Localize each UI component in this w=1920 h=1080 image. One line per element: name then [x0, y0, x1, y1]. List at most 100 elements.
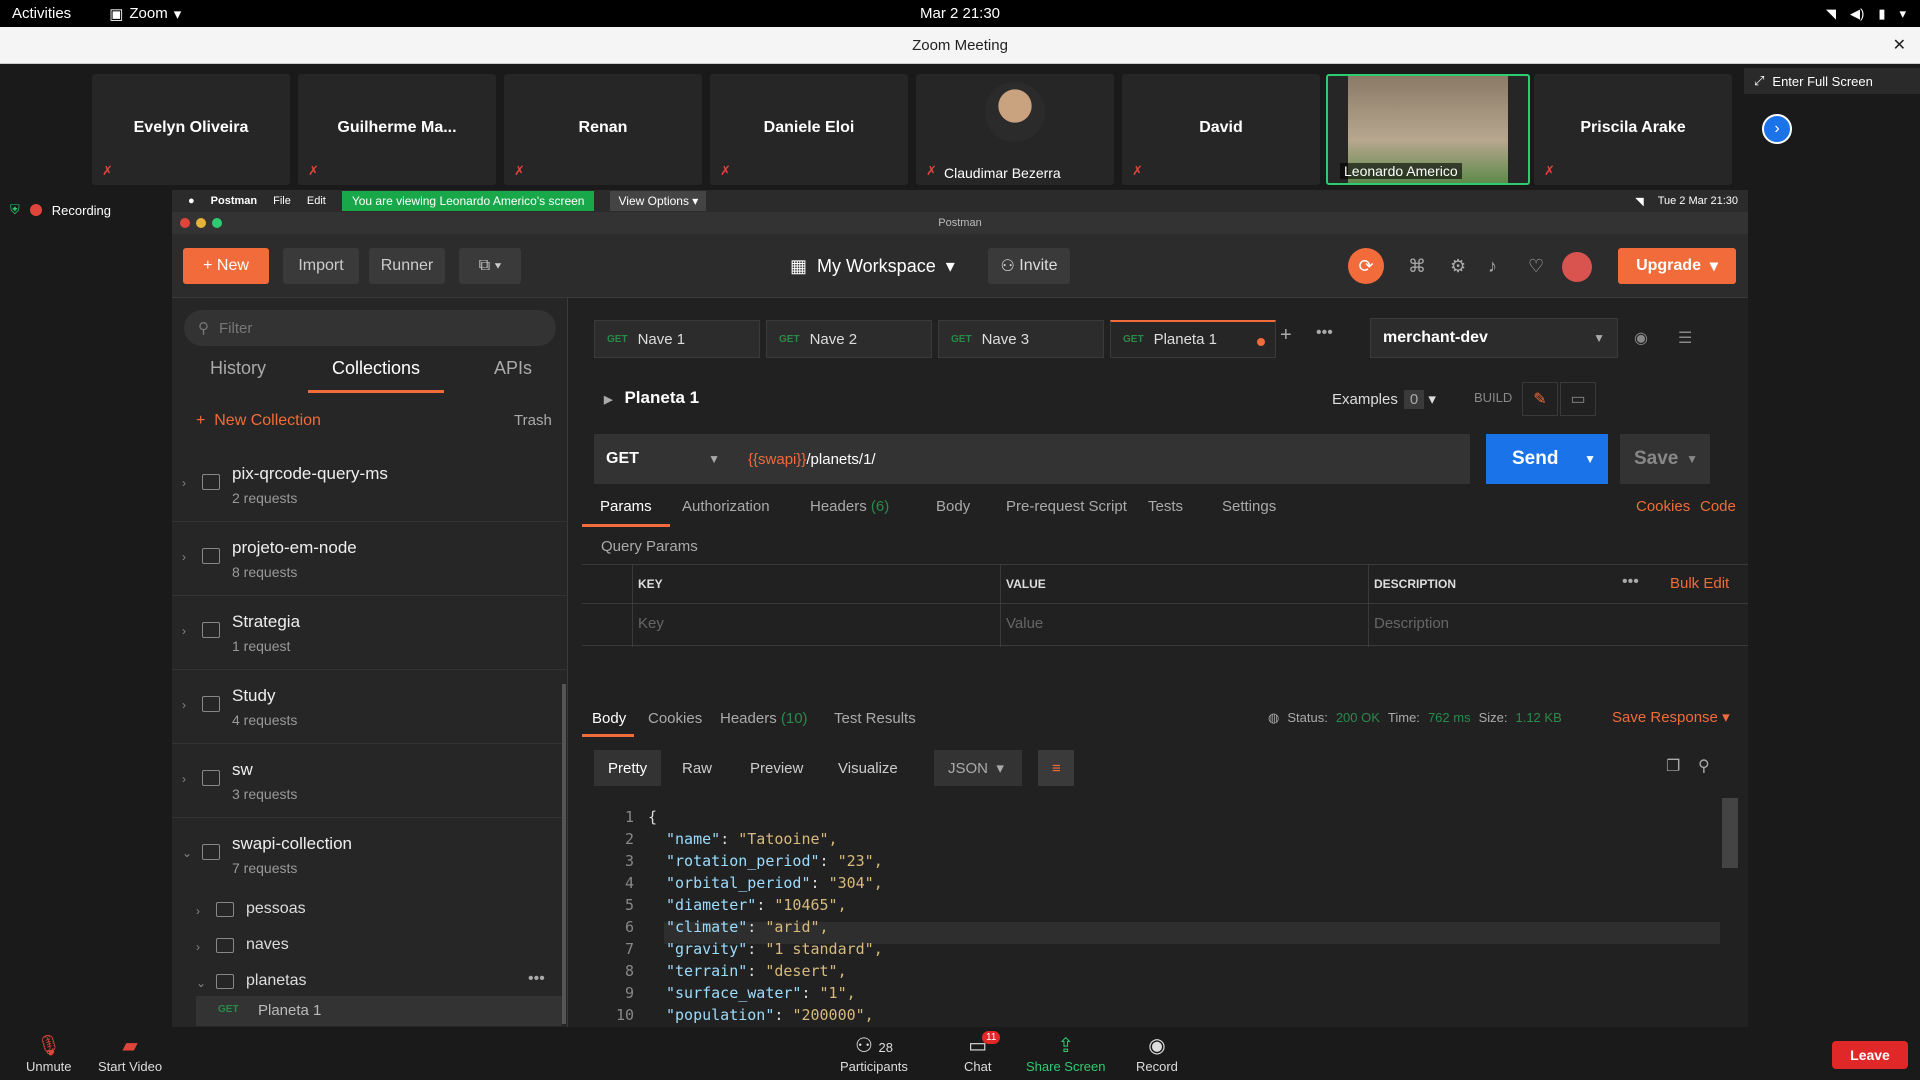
- description-input[interactable]: Description: [1374, 615, 1449, 632]
- more-icon[interactable]: •••: [528, 970, 545, 988]
- editor-scrollbar[interactable]: [1722, 798, 1738, 868]
- more-icon[interactable]: •••: [1622, 573, 1639, 591]
- chevron-down-icon: ▼: [708, 452, 720, 466]
- collection-item[interactable]: › sw 3 requests: [172, 744, 568, 818]
- tab-body[interactable]: Body: [936, 498, 970, 515]
- share-screen-button[interactable]: ⇪ Share Screen: [1026, 1033, 1106, 1074]
- wrap-lines-icon[interactable]: ≡: [1038, 750, 1074, 786]
- leave-button[interactable]: Leave: [1832, 1041, 1908, 1069]
- heart-icon[interactable]: ♡: [1528, 256, 1544, 277]
- app-menu[interactable]: ▣ Zoom ▾: [109, 5, 181, 23]
- tab-headers[interactable]: Headers (6): [810, 498, 889, 515]
- collection-item[interactable]: ⌄ swapi-collection 7 requests: [172, 818, 568, 892]
- code-link[interactable]: Code: [1700, 498, 1736, 515]
- workspace-selector[interactable]: ▦ My Workspace ▾: [790, 256, 955, 277]
- save-button[interactable]: Save ▼: [1620, 434, 1710, 484]
- system-clock[interactable]: Mar 2 21:30: [920, 5, 1000, 22]
- request-tab-active[interactable]: GET Planeta 1: [1110, 320, 1276, 358]
- pencil-icon[interactable]: ✎: [1522, 382, 1558, 416]
- participant-tile[interactable]: David ✗: [1122, 74, 1320, 185]
- format-selector[interactable]: JSON ▾: [934, 750, 1022, 786]
- view-options-button[interactable]: View Options ▾: [610, 191, 707, 211]
- request-tab[interactable]: GET Nave 3: [938, 320, 1104, 358]
- response-tab-test-results[interactable]: Test Results: [834, 710, 916, 727]
- invite-button[interactable]: ⚇ Invite: [988, 248, 1070, 284]
- participant-tile[interactable]: Guilherme Ma... ✗: [298, 74, 496, 185]
- sliders-icon[interactable]: ☰: [1678, 328, 1692, 348]
- view-pretty[interactable]: Pretty: [594, 750, 662, 786]
- send-button[interactable]: Send ▼: [1486, 434, 1608, 484]
- collection-item[interactable]: › pix-qrcode-query-ms 2 requests: [172, 448, 568, 522]
- value-input[interactable]: Value: [1006, 615, 1043, 632]
- satellite-icon[interactable]: ⌘: [1408, 256, 1426, 277]
- response-tab-body[interactable]: Body: [592, 710, 626, 727]
- copy-icon[interactable]: ❐: [1666, 756, 1680, 776]
- next-page-button[interactable]: ›: [1762, 114, 1792, 144]
- request-tab[interactable]: GET Nave 1: [594, 320, 760, 358]
- new-button[interactable]: + New: [183, 248, 269, 284]
- participant-tile[interactable]: Renan ✗: [504, 74, 702, 185]
- collection-item[interactable]: › projeto-em-node 8 requests: [172, 522, 568, 596]
- tab-settings[interactable]: Settings: [1222, 498, 1276, 515]
- bulk-edit-link[interactable]: Bulk Edit: [1670, 575, 1729, 592]
- view-raw[interactable]: Raw: [668, 750, 726, 786]
- new-tab-icon[interactable]: +: [1280, 324, 1292, 347]
- folder-item[interactable]: › naves: [172, 928, 568, 964]
- examples-dropdown[interactable]: Examples 0 ▾: [1332, 390, 1436, 409]
- tab-history[interactable]: History: [210, 358, 266, 379]
- upgrade-button[interactable]: Upgrade ▾: [1618, 248, 1736, 284]
- enter-full-screen-button[interactable]: ⤢ Enter Full Screen: [1744, 68, 1920, 94]
- tab-apis[interactable]: APIs: [494, 358, 532, 379]
- save-response-button[interactable]: Save Response ▾: [1612, 708, 1730, 726]
- request-tab[interactable]: GET Nave 2: [766, 320, 932, 358]
- view-visualize[interactable]: Visualize: [824, 750, 912, 786]
- start-video-button[interactable]: ▰ Start Video: [98, 1033, 162, 1074]
- bell-icon[interactable]: ♪: [1488, 256, 1497, 277]
- more-icon[interactable]: •••: [1316, 324, 1333, 342]
- unmute-button[interactable]: 🎙 Unmute: [26, 1033, 72, 1074]
- active-speaker-tile[interactable]: Leonardo Americo: [1326, 74, 1530, 185]
- tab-authorization[interactable]: Authorization: [682, 498, 770, 515]
- environment-selector[interactable]: merchant-dev ▼: [1370, 318, 1618, 358]
- request-item[interactable]: GET Planeta 1: [196, 996, 562, 1026]
- tab-collections[interactable]: Collections: [332, 358, 420, 379]
- response-tab-cookies[interactable]: Cookies: [648, 710, 702, 727]
- new-window-button[interactable]: ⧉ ▾: [459, 248, 521, 284]
- response-tab-headers[interactable]: Headers (10): [720, 710, 808, 727]
- url-input[interactable]: {{swapi}}/planets/1/: [730, 434, 1470, 484]
- tab-params[interactable]: Params: [600, 498, 652, 515]
- participant-tile[interactable]: Priscila Arake ✗: [1534, 74, 1732, 185]
- request-title[interactable]: ▶ Planeta 1: [604, 388, 699, 408]
- import-button[interactable]: Import: [283, 248, 359, 284]
- method-selector[interactable]: GET ▼: [594, 434, 730, 484]
- close-icon[interactable]: ✕: [1893, 35, 1906, 55]
- avatar[interactable]: [1562, 252, 1592, 282]
- sidebar-scrollbar[interactable]: [562, 684, 566, 1024]
- eye-icon[interactable]: ◉: [1634, 328, 1648, 348]
- participant-tile[interactable]: ✗ Claudimar Bezerra: [916, 74, 1114, 185]
- cookies-link[interactable]: Cookies: [1636, 498, 1690, 515]
- runner-button[interactable]: Runner: [369, 248, 445, 284]
- sync-icon[interactable]: ⟳: [1348, 248, 1384, 284]
- activities-button[interactable]: Activities: [12, 5, 71, 22]
- tab-pre-request-script[interactable]: Pre-request Script: [1006, 498, 1127, 515]
- search-icon[interactable]: ⚲: [1698, 756, 1710, 776]
- new-collection-button[interactable]: + New Collection: [196, 412, 321, 430]
- gear-icon[interactable]: ⚙: [1450, 256, 1466, 277]
- view-preview[interactable]: Preview: [736, 750, 817, 786]
- comment-icon[interactable]: ▭: [1560, 382, 1596, 416]
- collection-item[interactable]: › Strategia 1 request: [172, 596, 568, 670]
- response-body-editor[interactable]: 1 {2 "name": "Tatooine", 3 "rotation_period"…: [582, 798, 1722, 1027]
- filter-input[interactable]: ⚲ Filter: [184, 310, 556, 346]
- folder-item[interactable]: ⌄ planetas •••: [172, 964, 568, 1000]
- tab-tests[interactable]: Tests: [1148, 498, 1183, 515]
- record-button[interactable]: ◉ Record: [1136, 1033, 1178, 1074]
- system-tray[interactable]: ◥ ◀) ▮ ▾: [1826, 6, 1906, 22]
- folder-item[interactable]: › pessoas: [172, 892, 568, 928]
- key-input[interactable]: Key: [638, 615, 664, 632]
- collection-item[interactable]: › Study 4 requests: [172, 670, 568, 744]
- trash-button[interactable]: Trash: [514, 412, 552, 429]
- participant-tile[interactable]: Evelyn Oliveira ✗: [92, 74, 290, 185]
- participants-button[interactable]: ⚇ 28 Participants: [840, 1033, 908, 1074]
- participant-tile[interactable]: Daniele Eloi ✗: [710, 74, 908, 185]
